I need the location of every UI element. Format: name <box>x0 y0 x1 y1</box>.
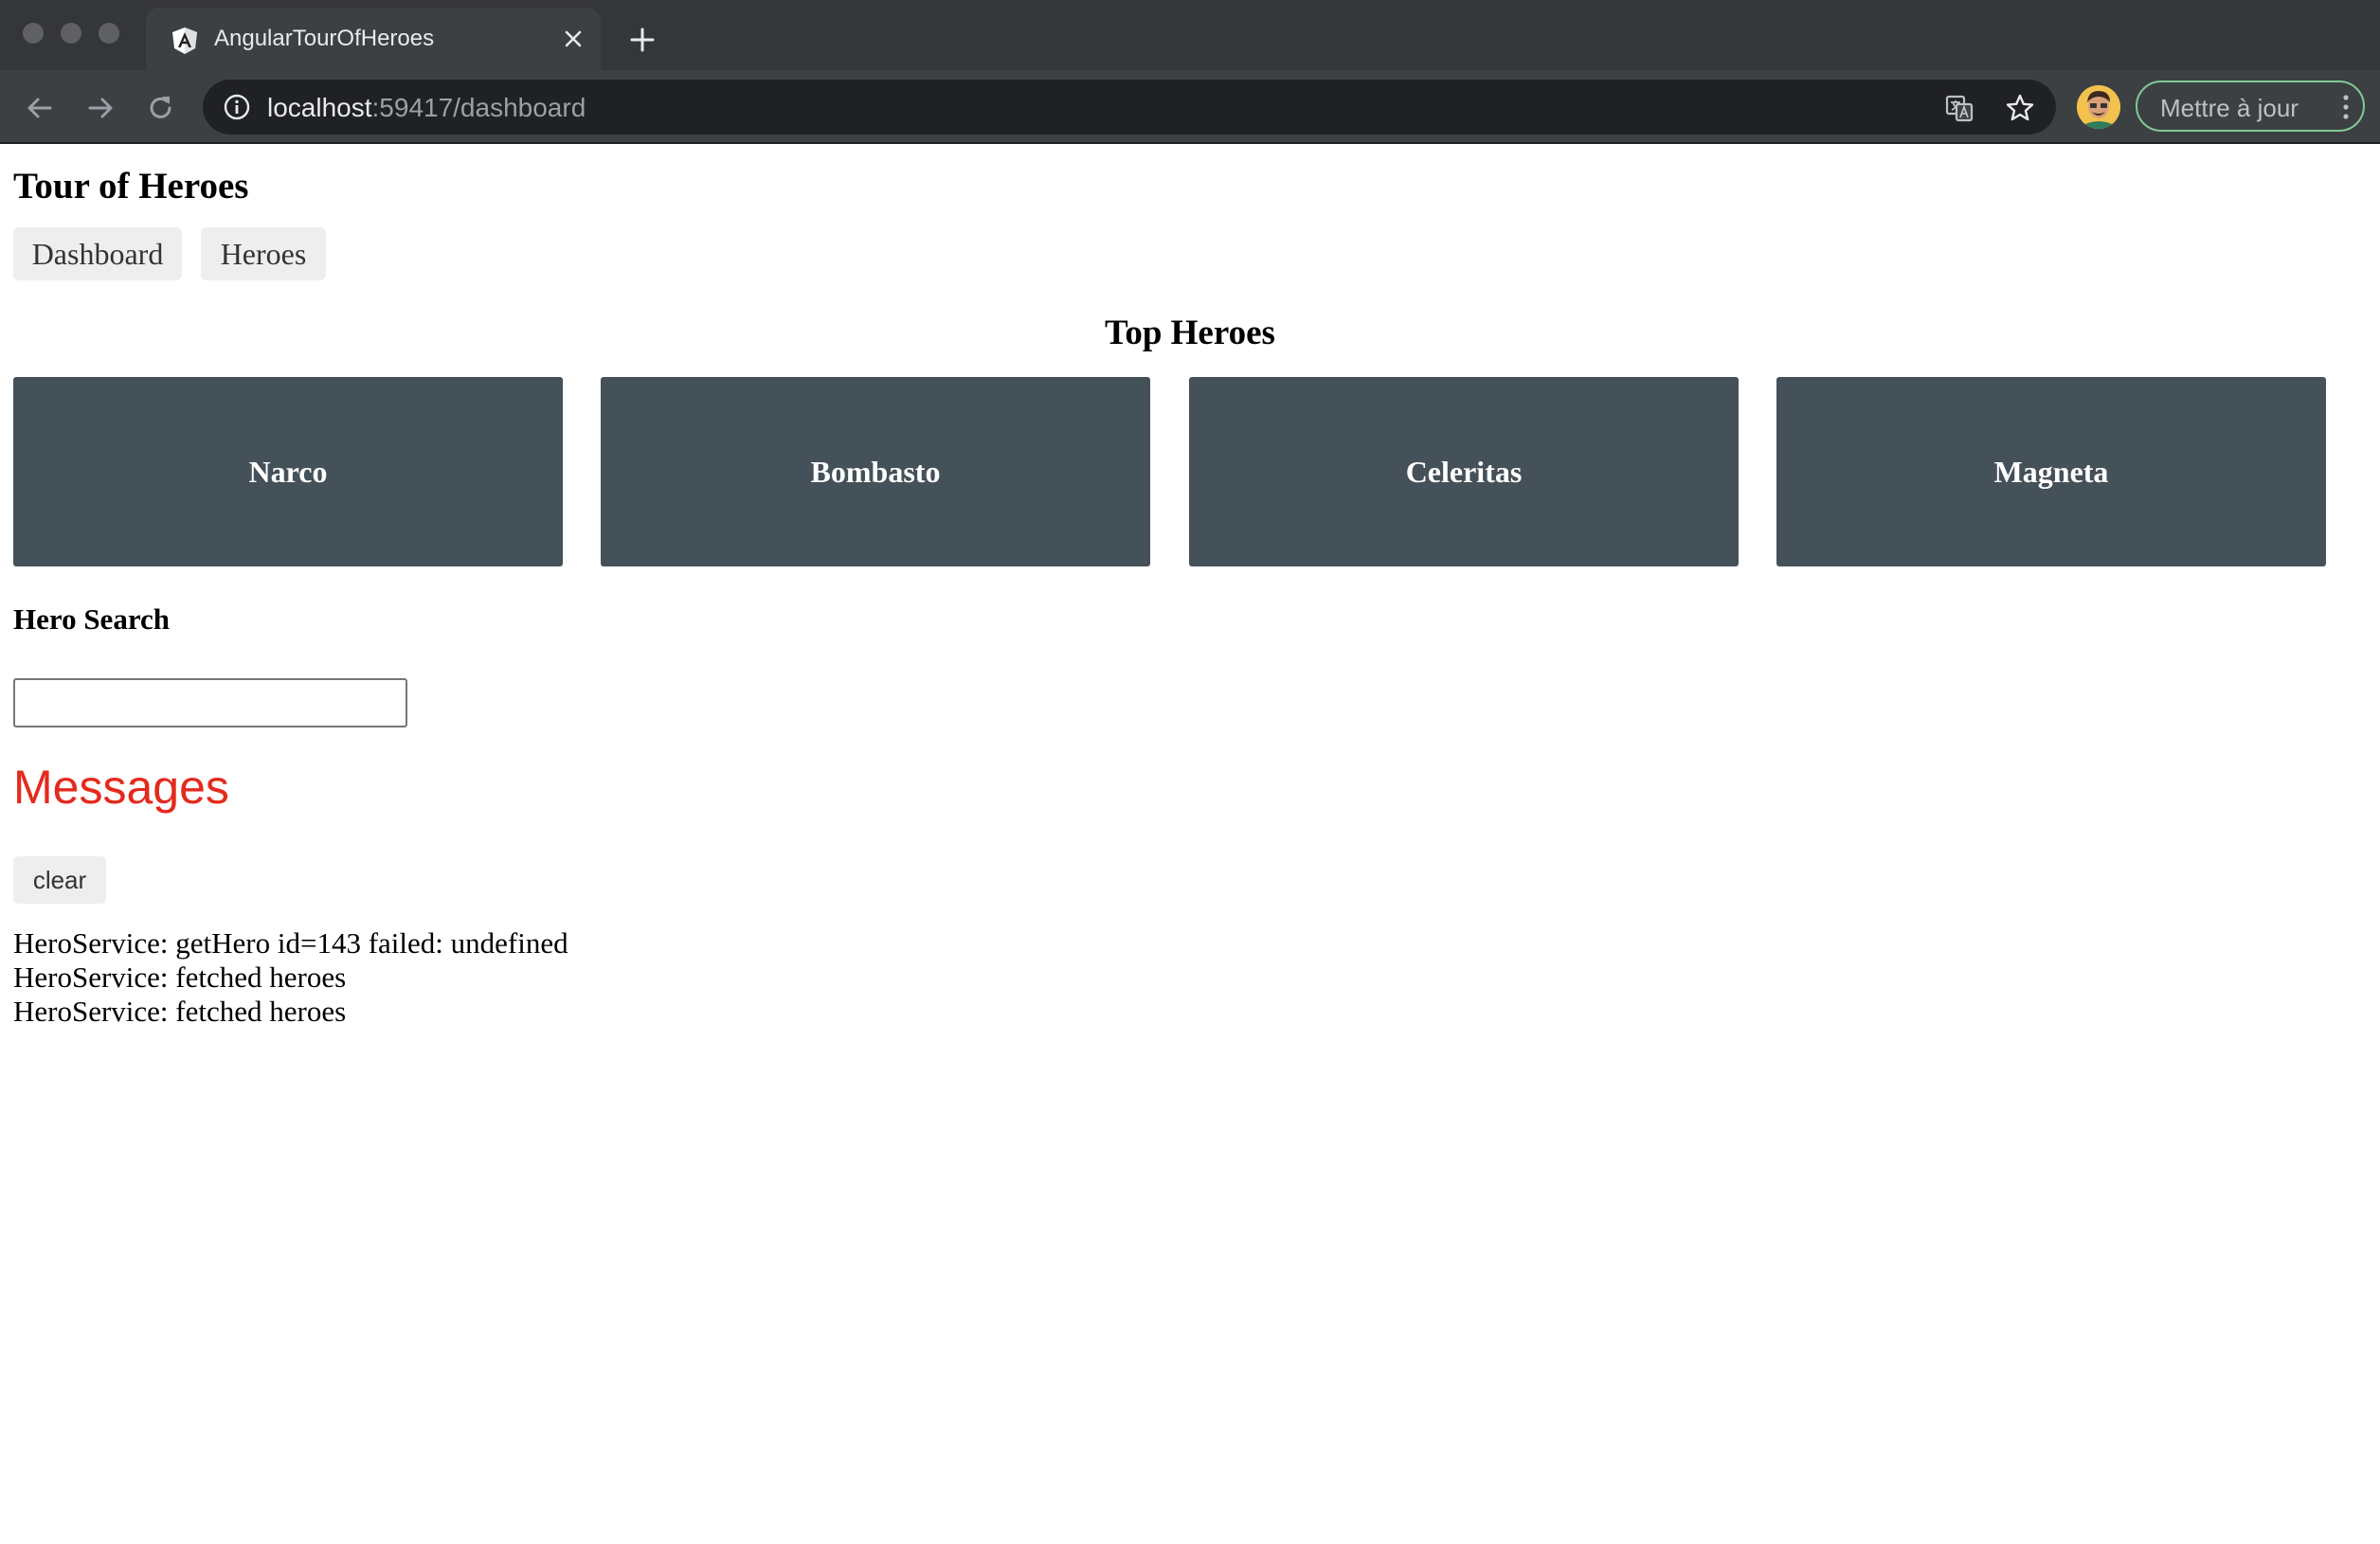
bookmark-button[interactable] <box>2003 91 2037 125</box>
browser-tab-bar: AngularTourOfHeroes <box>0 0 2380 70</box>
browser-tab[interactable]: AngularTourOfHeroes <box>146 8 601 70</box>
hero-search-input[interactable] <box>13 678 407 727</box>
url-host: localhost <box>267 93 372 122</box>
vertical-dots-icon <box>2343 95 2349 119</box>
reload-icon <box>150 97 171 118</box>
arrow-right-icon <box>88 98 113 118</box>
messages-title: Messages <box>13 761 229 814</box>
messages-list: HeroService: getHero id=143 failed: unde… <box>13 926 568 1029</box>
hero-card[interactable]: Celeritas <box>1189 377 1739 566</box>
nav-link-dashboard[interactable]: Dashboard <box>13 227 182 280</box>
close-icon <box>565 30 582 47</box>
app-page: Tour of Heroes Dashboard Heroes Top Hero… <box>0 144 2380 1544</box>
url-path: :59417/dashboard <box>371 93 586 122</box>
update-browser-button[interactable]: Mettre à jour <box>2136 81 2365 132</box>
forward-button[interactable] <box>80 87 121 129</box>
nav-link-heroes[interactable]: Heroes <box>201 227 326 280</box>
reload-button[interactable] <box>140 87 182 129</box>
translate-icon <box>1945 95 1974 122</box>
tab-title: AngularTourOfHeroes <box>214 26 435 51</box>
new-tab-button[interactable] <box>623 21 661 59</box>
hero-search-title: Hero Search <box>13 602 171 636</box>
message-item: HeroService: getHero id=143 failed: unde… <box>13 926 568 960</box>
message-item: HeroService: fetched heroes <box>13 995 347 1028</box>
arrow-left-icon <box>27 98 52 118</box>
hero-card[interactable]: Narco <box>13 377 563 566</box>
address-bar[interactable]: localhost:59417/dashboard <box>203 80 2056 135</box>
angular-logo-icon <box>172 27 197 54</box>
info-circle-icon[interactable] <box>224 94 250 120</box>
update-button-label: Mettre à jour <box>2160 94 2299 122</box>
hero-card[interactable]: Bombasto <box>601 377 1150 566</box>
back-button[interactable] <box>19 87 61 129</box>
message-item: HeroService: fetched heroes <box>13 961 347 994</box>
app-title: Tour of Heroes <box>13 166 249 206</box>
clear-messages-button[interactable]: clear <box>13 856 106 904</box>
window-close-dot[interactable] <box>23 23 44 44</box>
window-minimize-dot[interactable] <box>61 23 81 44</box>
plus-icon <box>630 27 655 52</box>
browser-toolbar: localhost:59417/dashboard Mettre à jour <box>0 70 2380 144</box>
hero-card[interactable]: Magneta <box>1776 377 2326 566</box>
window-maximize-dot[interactable] <box>99 23 119 44</box>
star-icon <box>2006 94 2034 121</box>
avatar-icon <box>2077 85 2120 129</box>
translate-button[interactable] <box>1942 91 1976 125</box>
top-heroes-title: Top Heroes <box>1105 314 1275 352</box>
profile-avatar[interactable] <box>2077 85 2120 129</box>
close-tab-button[interactable] <box>557 23 589 55</box>
url-text: localhost:59417/dashboard <box>267 93 586 123</box>
